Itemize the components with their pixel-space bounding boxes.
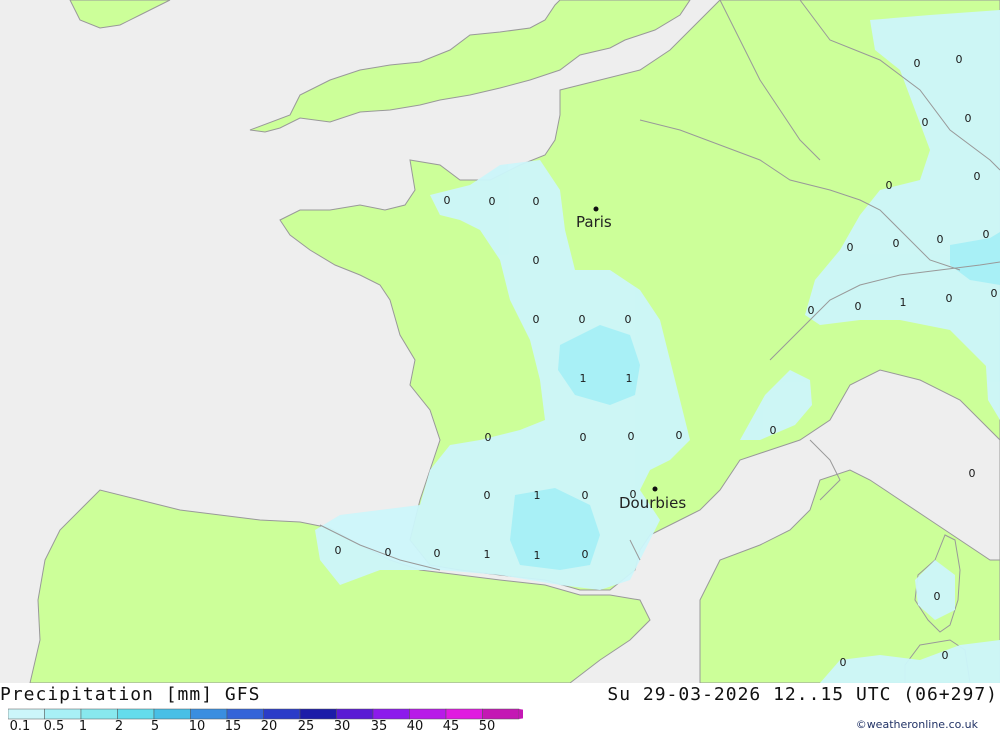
precip-value-label: 0 (946, 292, 953, 305)
legend-tick-label: 0.1 (9, 719, 31, 734)
precip-value-label: 0 (434, 547, 441, 560)
legend-tick-label: 1 (78, 719, 88, 734)
legend-swatch (8, 708, 45, 720)
forecast-datetime: Su 29-03-2026 12..15 UTC (06+297) (607, 684, 998, 705)
precip-value-label: 0 (628, 430, 635, 443)
legend-tick-label: 40 (406, 719, 424, 734)
precip-value-label: 0 (385, 546, 392, 559)
city-marker-dourbies (652, 486, 658, 492)
precip-value-label: 0 (991, 287, 998, 300)
legend-swatch (445, 708, 483, 720)
legend-swatch (336, 708, 374, 720)
legend-tick-label: 0.5 (43, 719, 65, 734)
legend-tick-label: 50 (478, 719, 496, 734)
legend-tick-label: 25 (297, 719, 315, 734)
precip-value-label: 0 (893, 237, 900, 250)
legend-tick-label: 2 (114, 719, 124, 734)
precip-value-label: 0 (847, 241, 854, 254)
legend-tick-label: 10 (188, 719, 206, 734)
legend-swatch (44, 708, 82, 720)
city-label-dourbies: Dourbies (619, 494, 686, 512)
precip-value-label: 0 (840, 656, 847, 669)
precip-value-label: 0 (922, 116, 929, 129)
legend-tick-label: 20 (260, 719, 278, 734)
legend-swatch (409, 708, 447, 720)
precip-value-label: 0 (965, 112, 972, 125)
precip-value-label: 0 (983, 228, 990, 241)
precipitation-map: 0 0 0 0 0 0 0 1 1 0 0 0 0 0 1 0 0 0 0 0 1 1 0 0 0 0 0 0 0 0 0 0 0 0 0 1 0 0 0 0… (0, 0, 1000, 683)
legend-tick-label: 5 (150, 719, 160, 734)
map-title: Precipitation [mm] GFS (0, 684, 261, 705)
precip-value-label: 0 (489, 195, 496, 208)
legend-tick-label: 35 (370, 719, 388, 734)
legend-swatch (263, 708, 301, 720)
legend-tick-label: 30 (333, 719, 351, 734)
precip-value-label: 0 (942, 649, 949, 662)
legend-swatch (299, 708, 337, 720)
precip-value-label: 1 (484, 548, 491, 561)
precip-value-label: 0 (444, 194, 451, 207)
precip-value-label: 0 (770, 424, 777, 437)
precip-value-label: 1 (580, 372, 587, 385)
precip-value-label: 0 (886, 179, 893, 192)
precip-value-label: 0 (533, 313, 540, 326)
precip-value-label: 0 (533, 195, 540, 208)
legend-tick-labels: 0.1 0.5 1 2 5 10 15 20 25 30 35 40 45 50 (0, 719, 560, 734)
precip-value-label: 0 (335, 544, 342, 557)
city-marker-paris (593, 206, 599, 212)
precip-value-label: 0 (934, 590, 941, 603)
precip-value-label: 0 (808, 304, 815, 317)
precip-value-label: 0 (579, 313, 586, 326)
legend-swatch (153, 708, 191, 720)
precip-value-label: 0 (914, 57, 921, 70)
precip-value-label: 0 (937, 233, 944, 246)
precip-value-label: 0 (956, 53, 963, 66)
credit-link[interactable]: ©weatheronline.co.uk (856, 718, 978, 731)
precip-value-label: 0 (533, 254, 540, 267)
precip-value-label: 0 (974, 170, 981, 183)
precip-value-label: 1 (626, 372, 633, 385)
precip-value-label: 1 (900, 296, 907, 309)
city-label-paris: Paris (576, 213, 612, 231)
precip-value-label: 0 (580, 431, 587, 444)
legend-swatch (226, 708, 264, 720)
legend-swatch (190, 708, 228, 720)
precip-value-label: 0 (484, 489, 491, 502)
precip-value-label: 0 (582, 548, 589, 561)
precip-value-label: 0 (582, 489, 589, 502)
precip-value-label: 0 (969, 467, 976, 480)
legend-swatch (117, 708, 155, 720)
precip-value-label: 0 (676, 429, 683, 442)
legend-tick-label: 45 (442, 719, 460, 734)
precip-value-label: 0 (485, 431, 492, 444)
legend-swatch (482, 708, 520, 720)
legend-swatch (80, 708, 118, 720)
legend-tick-label: 15 (224, 719, 242, 734)
precip-value-label: 0 (855, 300, 862, 313)
precip-value-label: 1 (534, 549, 541, 562)
precip-value-label: 0 (625, 313, 632, 326)
legend-swatch (372, 708, 410, 720)
precip-value-label: 1 (534, 489, 541, 502)
legend-overflow-arrow (519, 709, 523, 719)
